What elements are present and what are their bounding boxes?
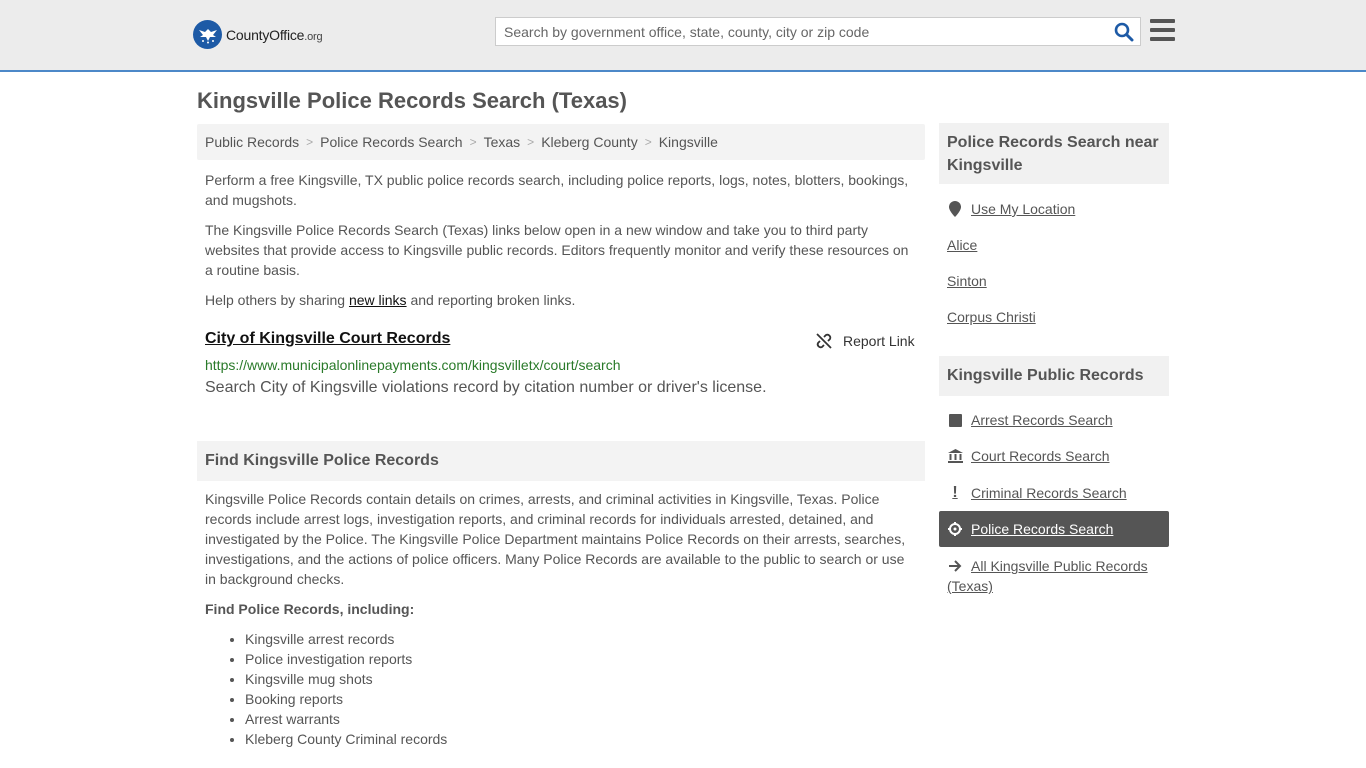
use-my-location-link[interactable]: Use My Location [947,201,1075,217]
nearby-city-link[interactable]: Sinton [947,273,987,289]
sidebar-item-court-records[interactable]: Court Records Search [947,448,1110,464]
list-item: Arrest warrants [245,709,447,729]
logo-text: CountyOffice.org [226,26,323,43]
courthouse-icon [947,449,963,463]
breadcrumb-item[interactable]: Kleberg County [541,134,638,150]
breadcrumb-separator-icon: > [527,135,535,149]
result-description: Search City of Kingsville violations rec… [205,379,767,396]
breadcrumb: Public Records > Police Records Search >… [197,124,925,160]
list-item: Kingsville arrest records [245,629,447,649]
share-paragraph: Help others by sharing new links and rep… [205,292,576,308]
breadcrumb-item[interactable]: Public Records [205,134,299,150]
breadcrumb-item[interactable]: Kingsville [659,134,718,150]
list-item: Police investigation reports [245,649,447,669]
breadcrumb-item[interactable]: Police Records Search [320,134,462,150]
nearby-city-link[interactable]: Corpus Christi [947,309,1036,325]
record-types-list: Kingsville arrest records Police investi… [245,629,447,749]
nearby-city-link[interactable]: Alice [947,237,977,253]
search-bar [495,17,1141,46]
sidebar-item-all-records[interactable]: All Kingsville Public Records (Texas) [947,556,1162,596]
new-links-link[interactable]: new links [349,292,407,308]
exclamation-icon: ! [952,484,958,501]
result-url: https://www.municipalonlinepayments.com/… [205,357,621,373]
breadcrumb-separator-icon: > [306,135,314,149]
breadcrumb-item[interactable]: Texas [484,134,521,150]
nearby-heading: Police Records Search near Kingsville [939,123,1169,184]
page-title: Kingsville Police Records Search (Texas) [197,88,627,113]
top-header: CountyOffice.org [0,0,1366,72]
list-item: Kleberg County Criminal records [245,729,447,749]
disclaimer-paragraph: The Kingsville Police Records Search (Te… [205,222,909,278]
square-icon [947,413,963,427]
sidebar-item-criminal-records[interactable]: ! Criminal Records Search [947,484,1126,502]
map-marker-icon [947,201,963,217]
crosshair-icon [947,522,963,536]
search-input[interactable] [496,18,1096,45]
site-logo[interactable]: CountyOffice.org [193,20,323,49]
arrow-right-icon [947,556,963,573]
sidebar-item-arrest-records[interactable]: Arrest Records Search [947,412,1113,428]
find-section-heading: Find Kingsville Police Records [197,441,925,481]
result-title-link[interactable]: City of Kingsville Court Records [205,330,450,348]
sidebar-item-police-records[interactable]: Police Records Search [939,511,1169,547]
find-section-body: Kingsville Police Records contain detail… [205,491,906,587]
broken-link-icon [816,333,832,349]
eagle-logo-icon [193,20,222,49]
hamburger-menu-icon[interactable] [1150,19,1175,41]
find-subheading: Find Police Records, including: [205,601,415,617]
report-link-button[interactable]: Report Link [815,332,915,350]
list-item: Kingsville mug shots [245,669,447,689]
list-item: Booking reports [245,689,447,709]
public-records-heading: Kingsville Public Records [939,356,1169,396]
search-icon[interactable] [1114,22,1134,42]
breadcrumb-separator-icon: > [644,135,652,149]
breadcrumb-separator-icon: > [469,135,477,149]
intro-paragraph: Perform a free Kingsville, TX public pol… [205,172,909,208]
